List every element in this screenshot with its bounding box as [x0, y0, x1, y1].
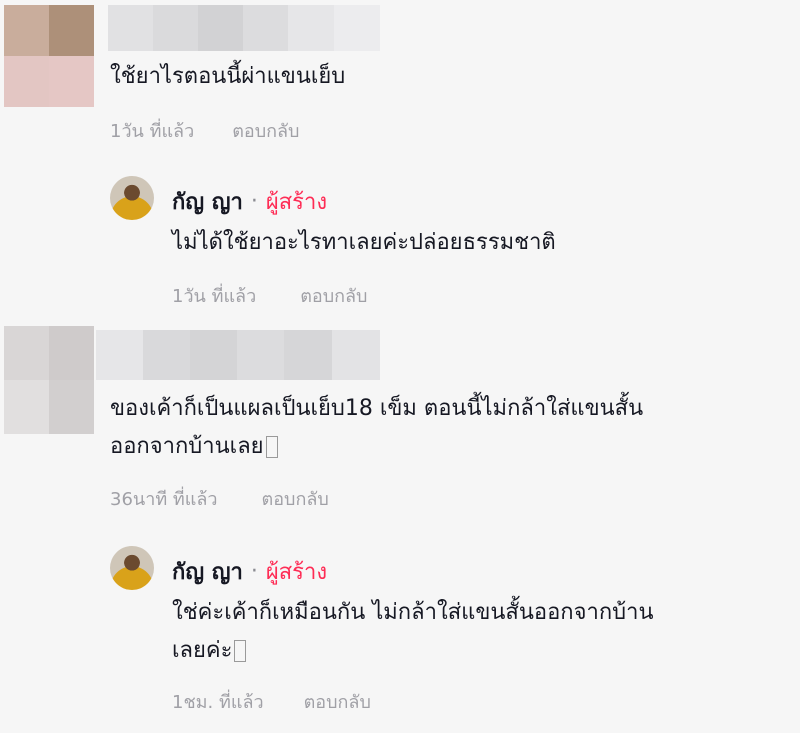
- missing-glyph-icon: [265, 436, 278, 458]
- separator-dot: ·: [250, 189, 258, 214]
- username-blurred-1[interactable]: [108, 5, 380, 51]
- creator-avatar[interactable]: [110, 546, 154, 590]
- comment-text: ใช่ค่ะเค้าก็เหมือนกัน ไม่กล้าใส่แขนสั้นอ…: [172, 594, 654, 670]
- creator-avatar[interactable]: [110, 176, 154, 220]
- comment-text-line-2: เลยค่ะ: [172, 632, 654, 670]
- creator-badge: ผู้สร้าง: [265, 190, 328, 215]
- comment-time: 1ชม. ที่แล้ว: [172, 692, 264, 713]
- comment-meta: 1วัน ที่แล้ว ตอบกลับ: [110, 116, 299, 145]
- comment-text: ไม่ได้ใช้ยาอะไรทาเลยค่ะปล่อยธรรมชาติ: [172, 230, 556, 255]
- comment-meta: 1ชม. ที่แล้ว ตอบกลับ: [172, 687, 371, 716]
- reply-button[interactable]: ตอบกลับ: [300, 281, 367, 310]
- reply-button[interactable]: ตอบกลับ: [232, 116, 299, 145]
- comment-text-line-2: ออกจากบ้านเลย: [110, 428, 643, 466]
- separator-dot: ·: [250, 559, 258, 584]
- author-line: กัญ ญา · ผู้สร้าง: [172, 184, 327, 219]
- comment-time: 36นาที ที่แล้ว: [110, 489, 218, 510]
- author-name[interactable]: กัญ ญา: [172, 184, 243, 219]
- comment-time: 1วัน ที่แล้ว: [172, 286, 257, 307]
- comment-text-line-1: ใช่ค่ะเค้าก็เหมือนกัน ไม่กล้าใส่แขนสั้นอ…: [172, 600, 654, 625]
- comment-meta: 1วัน ที่แล้ว ตอบกลับ: [172, 281, 367, 310]
- comment-time: 1วัน ที่แล้ว: [110, 121, 195, 142]
- reply-button[interactable]: ตอบกลับ: [262, 484, 329, 513]
- reply-button[interactable]: ตอบกลับ: [304, 687, 371, 716]
- author-name[interactable]: กัญ ญา: [172, 554, 243, 589]
- avatar-blurred-1[interactable]: [4, 5, 94, 107]
- comment-meta: 36นาที ที่แล้ว ตอบกลับ: [110, 484, 329, 513]
- comment-text-line-1: ของเค้าก็เป็นแผลเป็นเย็บ18 เข็ม ตอนนี้ไม…: [110, 396, 644, 421]
- avatar-blurred-2[interactable]: [4, 326, 94, 434]
- comment-text: ของเค้าก็เป็นแผลเป็นเย็บ18 เข็ม ตอนนี้ไม…: [110, 390, 643, 466]
- creator-badge: ผู้สร้าง: [265, 560, 328, 585]
- username-blurred-2[interactable]: [96, 330, 380, 380]
- author-line: กัญ ญา · ผู้สร้าง: [172, 554, 327, 589]
- missing-glyph-icon: [234, 640, 247, 662]
- comment-text: ใช้ยาไรตอนนี้ผ่าแขนเย็บ: [110, 64, 346, 89]
